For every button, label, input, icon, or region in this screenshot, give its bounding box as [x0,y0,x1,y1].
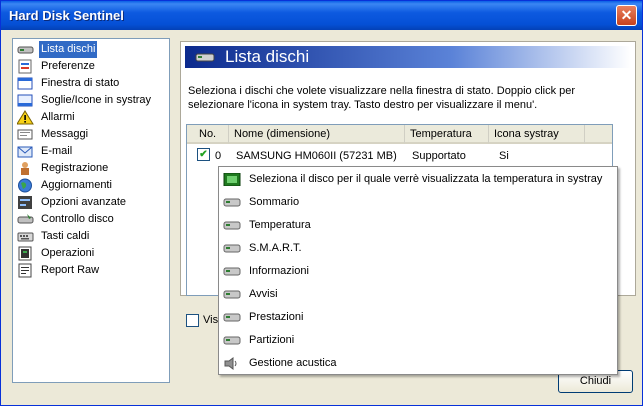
disk-row-name[interactable]: SAMSUNG HM060II (57231 MB) [236,148,397,164]
page-title: Lista dischi [225,47,310,66]
disk-row-number: 0 [215,150,222,162]
tree-item-label: Allarmi [41,111,75,123]
tree-item-label: Preferenze [41,60,95,72]
disk-icon [223,336,241,345]
tree-item-controllo-disco[interactable]: Controllo disco [17,211,167,228]
menu-item-gestione-acustica[interactable]: Gestione acustica [219,352,617,375]
globe-icon [18,178,32,193]
tree-item-label: Opzioni avanzate [41,196,126,208]
registration-icon [21,162,29,175]
preferences-icon [18,59,32,74]
app-window: Hard Disk Sentinel ✕ Lista dischi Prefer… [0,0,643,406]
options-tree[interactable]: Lista dischi Preferenze Finestra di stat… [12,38,170,383]
menu-item-select-systray-disk[interactable]: Seleziona il disco per il quale verrè vi… [219,168,617,191]
column-header-systray[interactable]: Icona systray [489,125,585,144]
menu-item-prestazioni[interactable]: Prestazioni [219,306,617,329]
panel-description: Seleziona i dischi che volete visualizza… [188,85,576,111]
visualize-checkbox[interactable] [186,314,199,327]
column-header-filler [585,125,612,144]
menu-item-smart[interactable]: S.M.A.R.T. [219,237,617,260]
message-icon [17,129,33,140]
tree-item-opzioni-avanzate[interactable]: Opzioni avanzate [17,194,167,211]
tree-item-lista-dischi[interactable]: Lista dischi [17,41,167,58]
panel-header: Lista dischi [185,46,631,68]
tree-item-report-raw[interactable]: Report Raw [17,262,167,279]
window-icon [17,77,33,90]
disk-icon [223,198,241,207]
disk-row-temperature: Supportato [412,150,466,162]
tree-item-finestra-di-stato[interactable]: Finestra di stato [17,75,167,92]
advanced-options-icon [18,196,32,209]
menu-item-label: Partizioni [249,334,295,346]
tree-item-label: Lista dischi [39,41,98,58]
tree-item-registrazione[interactable]: Registrazione [17,160,167,177]
disk-icon [223,267,241,276]
disk-icon [223,221,241,230]
menu-item-label: Gestione acustica [249,357,337,369]
disk-control-icon [17,214,34,224]
menu-item-label: S.M.A.R.T. [249,242,302,254]
report-icon [18,263,32,278]
menu-item-label: Prestazioni [249,311,304,323]
tree-item-label: Aggiornamenti [41,179,112,191]
tree-item-label: Operazioni [41,247,95,259]
disk-icon [223,244,241,253]
speaker-icon [224,357,237,370]
column-header-temperature[interactable]: Temperatura [405,125,489,144]
tree-item-tasti-caldi[interactable]: Tasti caldi [17,228,167,245]
menu-item-label: Seleziona il disco per il quale verrè vi… [249,173,603,185]
close-window-button[interactable]: ✕ [616,5,637,26]
disk-icon [195,53,215,62]
window-title: Hard Disk Sentinel [9,8,124,23]
column-header-name[interactable]: Nome (dimensione) [229,125,405,144]
tree-item-email[interactable]: E-mail [17,143,167,160]
menu-item-avvisi[interactable]: Avvisi [219,283,617,306]
menu-item-partizioni[interactable]: Partizioni [219,329,617,352]
tree-item-aggiornamenti[interactable]: Aggiornamenti [17,177,167,194]
title-bar[interactable]: Hard Disk Sentinel ✕ [1,1,642,30]
tree-item-label: Report Raw [41,264,100,276]
tree-item-label: Tasti caldi [41,230,90,242]
menu-item-sommario[interactable]: Sommario [219,191,617,214]
disk-row-checkbox[interactable]: ✔ [197,148,210,161]
tree-item-preferenze[interactable]: Preferenze [17,58,167,75]
tree-item-messaggi[interactable]: Messaggi [17,126,167,143]
keyboard-icon [17,232,34,242]
menu-item-label: Avvisi [249,288,278,300]
disk-icon [223,290,241,299]
tree-item-label: Messaggi [41,128,89,140]
menu-item-informazioni[interactable]: Informazioni [219,260,617,283]
tree-item-label: E-mail [41,145,73,157]
disk-icon [223,313,241,322]
context-menu: Seleziona il disco per il quale verrè vi… [218,166,618,375]
tree-item-label: Registrazione [41,162,109,174]
menu-item-temperatura[interactable]: Temperatura [219,214,617,237]
tree-item-allarmi[interactable]: Allarmi [17,109,167,126]
menu-item-label: Informazioni [249,265,309,277]
tree-item-operazioni[interactable]: Operazioni [17,245,167,262]
operations-icon [18,246,32,261]
disk-icon [17,46,34,54]
warning-icon [17,110,34,125]
email-icon [17,146,33,158]
threshold-icon [17,94,33,107]
disk-row-systray: Si [499,150,509,162]
tree-item-label: Soglie/Icone in systray [41,94,152,106]
column-header-no[interactable]: No. [187,125,229,144]
tree-item-label: Controllo disco [41,213,114,225]
tree-item-soglie-icone[interactable]: Soglie/Icone in systray [17,92,167,109]
green-chip-icon [223,173,241,186]
tree-item-label: Finestra di stato [41,77,120,89]
menu-item-label: Sommario [249,196,300,208]
menu-item-label: Temperatura [249,219,311,231]
